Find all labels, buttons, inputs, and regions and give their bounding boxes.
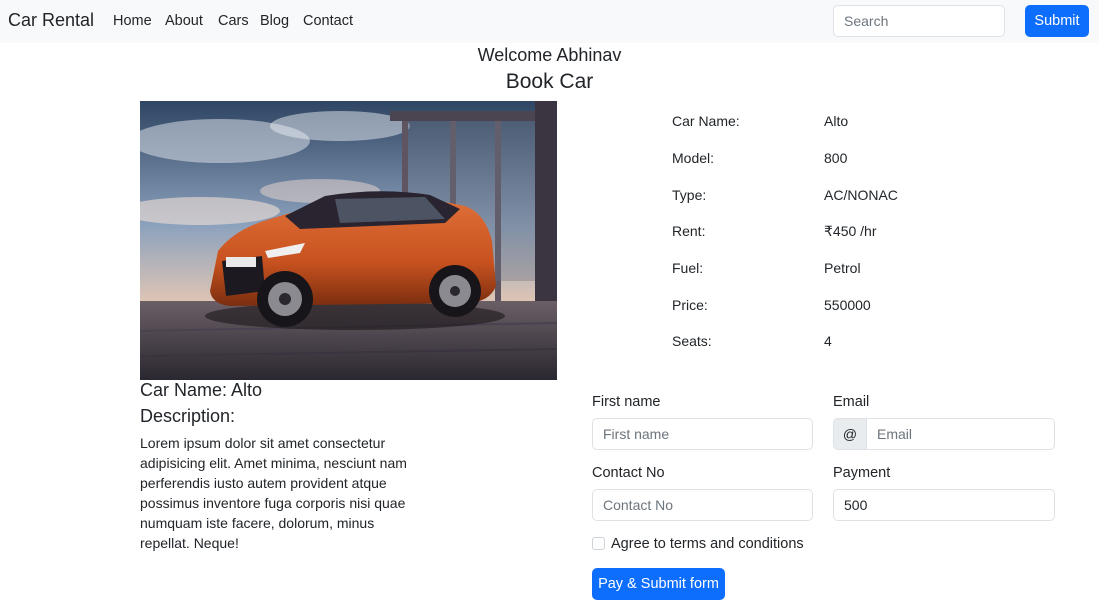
spec-value: 800 (824, 150, 848, 166)
car-description: Lorem ipsum dolor sit amet consectetur a… (140, 435, 407, 551)
spec-value: 4 (824, 333, 832, 349)
spec-row-type: Type: AC/NONAC (672, 187, 1012, 207)
email-input[interactable] (866, 418, 1055, 450)
spec-value: ₹450 /hr (824, 223, 877, 239)
spec-label: Fuel: (672, 260, 704, 276)
search-input[interactable] (833, 5, 1005, 37)
terms-label[interactable]: Agree to terms and conditions (611, 536, 804, 552)
spec-row-model: Model: 800 (672, 150, 1012, 170)
spec-label: Model: (672, 150, 715, 166)
spec-row-car-name: Car Name: Alto (672, 113, 1012, 133)
spec-label: Seats: (672, 333, 712, 349)
pay-submit-button[interactable]: Pay & Submit form (592, 568, 725, 600)
page-title: Book Car (505, 70, 594, 93)
spec-label: Type: (672, 187, 707, 203)
nav-link-cars[interactable]: Cars (218, 13, 249, 29)
description-heading: Description: (140, 406, 236, 426)
nav-link-contact[interactable]: Contact (303, 13, 353, 29)
spec-row-rent: Rent: ₹450 /hr (672, 223, 1012, 243)
car-image (140, 101, 557, 380)
spec-value: 550000 (824, 297, 871, 313)
nav-link-about[interactable]: About (165, 13, 203, 29)
spec-row-seats: Seats: 4 (672, 333, 1012, 353)
contact-label: Contact No (592, 465, 665, 481)
spec-row-fuel: Fuel: Petrol (672, 260, 1012, 280)
terms-checkbox[interactable] (592, 537, 605, 550)
car-name-heading: Car Name: Alto (140, 380, 263, 400)
first-name-input[interactable] (592, 418, 813, 450)
welcome-heading: Welcome Abhinav (477, 45, 622, 65)
spec-value: Petrol (824, 260, 861, 276)
email-label: Email (833, 394, 870, 410)
payment-input[interactable] (833, 489, 1055, 521)
navbar: Car Rental Home About Cars Blog Contact … (0, 0, 1099, 43)
spec-row-price: Price: 550000 (672, 297, 1012, 317)
at-sign-addon: @ (833, 418, 867, 450)
spec-value: AC/NONAC (824, 187, 898, 203)
spec-label: Rent: (672, 223, 706, 239)
search-submit-button[interactable]: Submit (1025, 5, 1089, 37)
first-name-label: First name (592, 394, 661, 410)
payment-label: Payment (833, 465, 891, 481)
brand-link[interactable]: Car Rental (8, 10, 94, 31)
contact-input[interactable] (592, 489, 813, 521)
spec-value: Alto (824, 113, 849, 129)
spec-label: Car Name: (672, 113, 740, 129)
nav-link-blog[interactable]: Blog (260, 13, 289, 29)
nav-link-home[interactable]: Home (113, 13, 152, 29)
spec-label: Price: (672, 297, 708, 313)
